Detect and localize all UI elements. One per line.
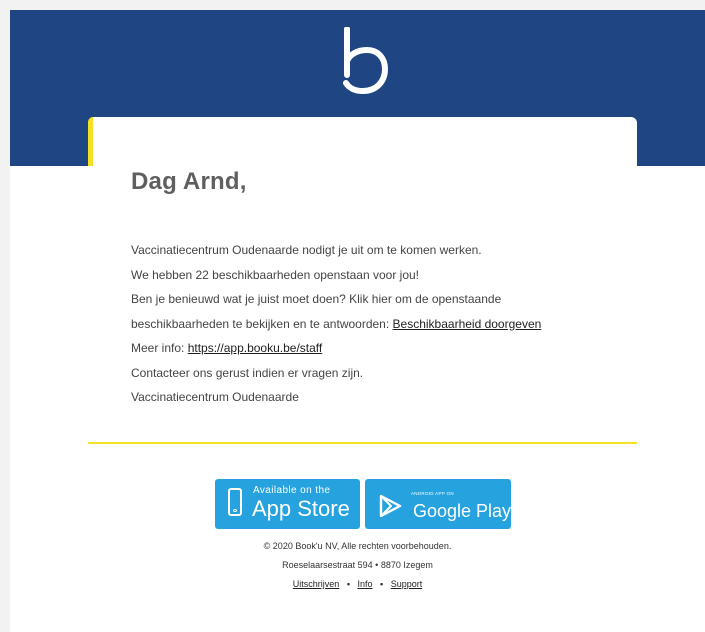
support-link[interactable]: Support (391, 579, 423, 589)
availability-link[interactable]: Beschikbaarheid doorgeven (393, 317, 542, 331)
app-store-label: App Store (252, 496, 350, 521)
footer-separator: • (346, 579, 350, 589)
email-signature: Vaccinatiecentrum Oudenaarde (131, 390, 299, 404)
play-icon (379, 494, 402, 518)
email-body: Vaccinatiecentrum Oudenaarde nodigt je u… (131, 238, 631, 410)
more-info-label: Meer info: (131, 341, 185, 355)
body-line-invitation: Vaccinatiecentrum Oudenaarde nodigt je u… (131, 243, 482, 257)
google-play-label: Google Play (413, 501, 512, 521)
booku-logo (343, 27, 388, 95)
app-store-caption: Available on the (253, 485, 331, 496)
address-text: Roeselaarsestraat 594 • 8870 Izegem (282, 560, 433, 570)
phone-icon (228, 488, 242, 516)
respond-prefix: beschikbaarheden te bekijken en te antwo… (131, 316, 390, 331)
body-line-contact: Contacteer ons gerust indien er vragen z… (131, 365, 364, 380)
phone-home-button (233, 509, 237, 512)
app-store-button[interactable]: Available on the App Store (215, 479, 360, 529)
copyright-text: © 2020 Book'u NV, Alle rechten voorbehou… (263, 541, 452, 551)
google-play-caption: ANDROID APP ON (411, 491, 454, 496)
body-line-instruction: Ben je benieuwd wat je juist moet doen? … (131, 292, 502, 306)
body-line-availability-count: We hebben 22 beschikbaarheden openstaan … (131, 267, 419, 282)
card-accent-bar (88, 117, 93, 166)
email-footer: © 2020 Book'u NV, Alle rechten voorbehou… (10, 537, 705, 594)
email-page: Dag Arnd, Vaccinatiecentrum Oudenaarde n… (10, 10, 705, 632)
email-greeting: Dag Arnd, (131, 168, 247, 195)
body-line-respond: beschikbaarheden te bekijken en te antwo… (131, 312, 631, 337)
footer-links: Uitschrijven • Info • Support (10, 575, 705, 594)
footer-separator: • (380, 579, 384, 589)
staff-url-link[interactable]: https://app.booku.be/staff (188, 341, 323, 355)
unsubscribe-link[interactable]: Uitschrijven (293, 579, 340, 589)
yellow-divider (88, 442, 637, 444)
body-line-more-info: Meer info: https://app.booku.be/staff (131, 336, 631, 361)
google-play-button[interactable]: ANDROID APP ON Google Play (365, 479, 511, 529)
info-link[interactable]: Info (357, 579, 372, 589)
